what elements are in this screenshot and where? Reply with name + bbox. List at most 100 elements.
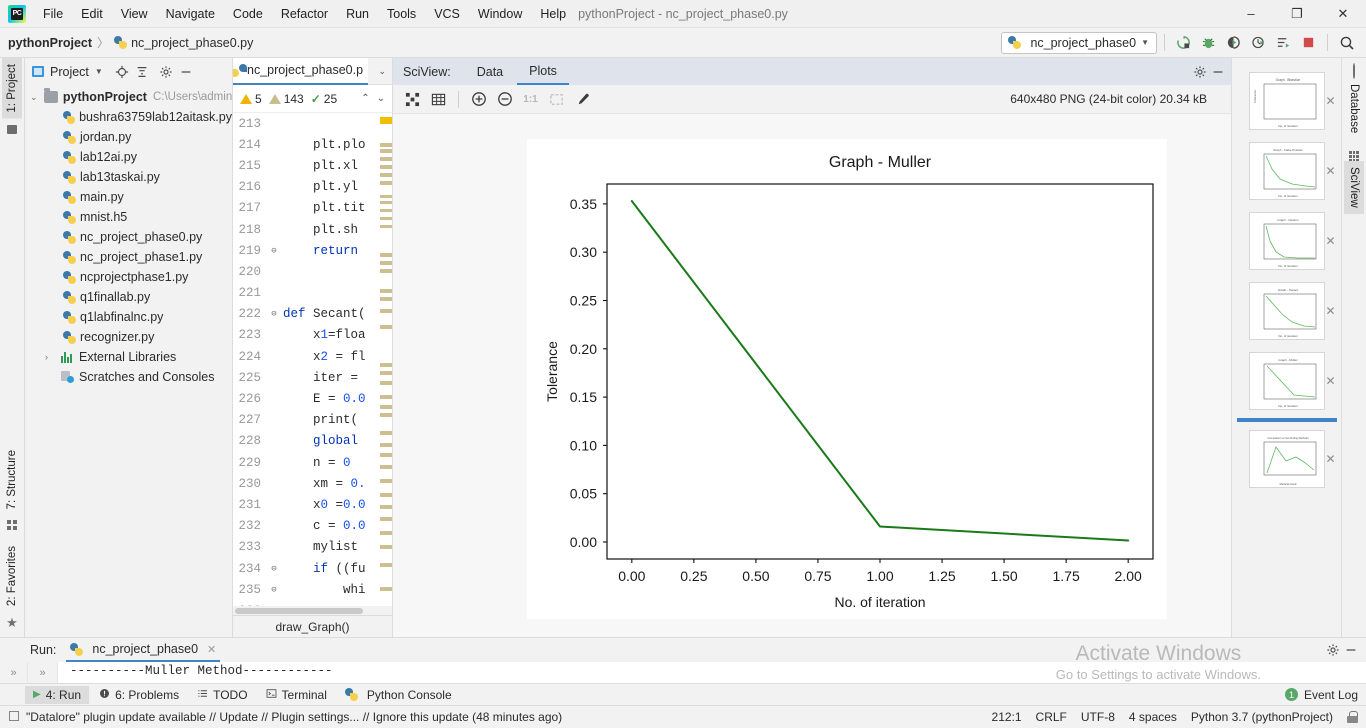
next-highlight-icon[interactable]: ⌄ (377, 93, 385, 104)
breadcrumb-project[interactable]: pythonProject (8, 36, 92, 50)
tree-row-external-libraries[interactable]: › External Libraries (25, 347, 232, 367)
close-icon[interactable]: ✕ (1325, 452, 1335, 466)
thumbnail-item[interactable]: Graph - Secant No. of iteration ✕ (1232, 276, 1341, 346)
code-line[interactable]: 235 ⊖ whi (233, 579, 392, 600)
code-line[interactable]: 228 global (233, 431, 392, 452)
code-line[interactable]: 221 (233, 283, 392, 304)
editor-horizontal-scrollbar[interactable] (233, 606, 392, 615)
thumbnail-4[interactable]: Graph - Secant No. of iteration (1248, 282, 1325, 340)
maximize-button[interactable]: ❐ (1274, 0, 1320, 28)
lock-icon[interactable] (1347, 711, 1358, 723)
close-icon[interactable]: ✕ (1325, 164, 1335, 178)
hide-icon[interactable] (1211, 65, 1225, 79)
tree-row-file[interactable]: nc_project_phase1.py (25, 247, 232, 267)
menu-tools[interactable]: Tools (378, 2, 425, 26)
menu-vcs[interactable]: VCS (425, 2, 469, 26)
thumbnail-6[interactable]: Comparison of root finding Methods Method… (1248, 430, 1325, 488)
fold-marker[interactable]: ⊖ (267, 309, 281, 319)
code-line[interactable]: 233 mylist (233, 537, 392, 558)
prev-highlight-icon[interactable]: ⌃ (361, 93, 369, 104)
thumbnail-3[interactable]: Graph - Newton No. of iteration (1248, 212, 1325, 270)
actual-size-icon[interactable]: 1:1 (519, 88, 542, 111)
code-line[interactable]: 215 plt.xl (233, 155, 392, 176)
menu-edit[interactable]: Edit (72, 2, 112, 26)
code-line[interactable]: 230 xm = 0. (233, 473, 392, 494)
tree-row-root[interactable]: ⌄ pythonProject C:\Users\admin (25, 87, 232, 107)
code-editor[interactable]: 213 214 plt.plo 215 plt.xl 216 plt.yl 217 pl… (233, 113, 392, 606)
collapse-all-icon[interactable] (135, 65, 149, 79)
tree-row-file[interactable]: recognizer.py (25, 327, 232, 347)
sidebar-item-favorites[interactable]: 2: Favorites (2, 540, 22, 612)
editor-tab-nc-project-phase0[interactable]: nc_project_phase0.p (233, 57, 368, 85)
editor-breadcrumb[interactable]: draw_Graph() (233, 615, 392, 637)
hide-icon[interactable] (179, 65, 193, 79)
menu-window[interactable]: Window (469, 2, 531, 26)
caret-position[interactable]: 212:1 (992, 710, 1022, 724)
sidebar-item-project[interactable]: 1: Project (2, 58, 22, 119)
fold-marker[interactable]: ⊖ (267, 585, 281, 595)
code-line[interactable]: 229 n = 0 (233, 452, 392, 473)
run-tab-nc-project-phase0[interactable]: nc_project_phase0 ✕ (66, 638, 221, 662)
code-line[interactable]: 220 (233, 261, 392, 282)
tree-row-file[interactable]: main.py (25, 187, 232, 207)
thumbnail-2[interactable]: Graph - False Position No. of iteration (1248, 142, 1325, 200)
inspection-errors[interactable]: 5 (240, 92, 262, 106)
menu-refactor[interactable]: Refactor (272, 2, 337, 26)
settings-gear-icon[interactable] (1326, 643, 1340, 657)
grid-icon[interactable] (427, 88, 450, 111)
code-line[interactable]: 219 ⊖ return (233, 240, 392, 261)
thumbnail-item[interactable]: Graph - Muller No. of iteration ✕ (1232, 346, 1341, 416)
profile-icon[interactable] (1247, 31, 1270, 54)
code-line[interactable]: 216 plt.yl (233, 177, 392, 198)
tree-row-file[interactable]: nc_project_phase0.py (25, 227, 232, 247)
close-icon[interactable]: ✕ (207, 643, 216, 656)
tab-data[interactable]: Data (465, 58, 515, 85)
tree-row-file[interactable]: lab13taskai.py (25, 167, 232, 187)
project-file-tree[interactable]: ⌄ pythonProject C:\Users\admin bushra637… (25, 85, 232, 637)
fold-marker[interactable]: ⊖ (267, 246, 281, 256)
plot-thumbnail-rail[interactable]: Graph - Bisection No. of iteration Toleran… (1231, 58, 1341, 637)
menu-run[interactable]: Run (337, 2, 378, 26)
chevron-down-icon[interactable]: ▼ (95, 67, 103, 76)
stop-icon[interactable] (1297, 31, 1320, 54)
indent-setting[interactable]: 4 spaces (1129, 710, 1177, 724)
code-line[interactable]: 225 iter = (233, 367, 392, 388)
settings-gear-icon[interactable] (159, 65, 173, 79)
chevron-down-icon[interactable]: ⌄ (378, 66, 392, 77)
chevron-down-icon[interactable]: ⌄ (30, 92, 42, 103)
menu-help[interactable]: Help (531, 2, 575, 26)
sidebar-item-sciview[interactable]: SciView (1344, 161, 1364, 214)
code-line[interactable]: 223 x1=floa (233, 325, 392, 346)
run-with-coverage-icon[interactable] (1222, 31, 1245, 54)
color-picker-icon[interactable] (571, 88, 594, 111)
tree-row-file[interactable]: lab12ai.py (25, 147, 232, 167)
search-everywhere-icon[interactable] (1335, 31, 1358, 54)
run-console[interactable]: » » ----------Muller Method------------ (0, 662, 1366, 683)
menu-view[interactable]: View (112, 2, 157, 26)
line-separator[interactable]: CRLF (1036, 710, 1067, 724)
breadcrumb-file[interactable]: nc_project_phase0.py (131, 36, 253, 50)
code-line[interactable]: 224 x2 = fl (233, 346, 392, 367)
code-line[interactable]: 217 plt.tit (233, 198, 392, 219)
close-icon[interactable]: ✕ (1325, 374, 1335, 388)
close-button[interactable]: ✕ (1320, 0, 1366, 28)
run-dashboard-icon[interactable] (1272, 31, 1295, 54)
close-icon[interactable]: ✕ (1325, 94, 1335, 108)
bottom-tab-run[interactable]: ▶ 4: Run (25, 685, 90, 704)
bottom-tab-terminal[interactable]: Terminal (258, 686, 335, 704)
bottom-tab-python-console[interactable]: Python Console (337, 686, 460, 704)
tree-row-file[interactable]: jordan.py (25, 127, 232, 147)
menu-navigate[interactable]: Navigate (157, 2, 224, 26)
close-icon[interactable]: ✕ (1325, 234, 1335, 248)
tree-row-file[interactable]: mnist.h5 (25, 207, 232, 227)
bottom-tab-problems[interactable]: 6: Problems (91, 686, 187, 704)
sidebar-item-database[interactable]: Database (1344, 78, 1364, 139)
thumbnail-item[interactable]: Graph - Bisection No. of iteration Toleran… (1232, 66, 1341, 136)
tab-plots[interactable]: Plots (517, 58, 569, 85)
code-line[interactable]: 222 ⊖ def Secant( (233, 304, 392, 325)
code-line[interactable]: 214 plt.plo (233, 134, 392, 155)
rerun-icon[interactable] (1172, 31, 1195, 54)
python-interpreter[interactable]: Python 3.7 (pythonProject) (1191, 710, 1333, 724)
console-scroll-down-icon[interactable]: » (28, 662, 58, 683)
tree-row-file[interactable]: bushra63759lab12aitask.py (25, 107, 232, 127)
